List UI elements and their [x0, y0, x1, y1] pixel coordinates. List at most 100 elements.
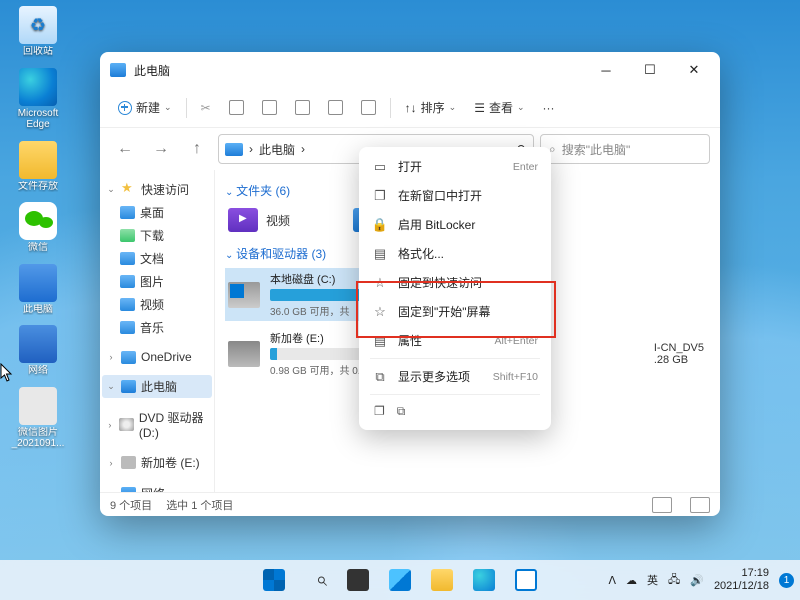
menu-open-new-window[interactable]: ❐在新窗口中打开: [364, 181, 546, 210]
cut-button[interactable]: ✂: [193, 96, 219, 120]
details-view-button[interactable]: [652, 497, 672, 513]
menu-pin-quick[interactable]: ☆固定到快速访问: [364, 268, 546, 297]
icons-view-button[interactable]: [690, 497, 710, 513]
thispc-icon: [110, 63, 126, 77]
copy-icon: [229, 100, 244, 115]
share-button[interactable]: [320, 95, 351, 120]
sidebar-thispc[interactable]: ⌄此电脑: [102, 375, 212, 398]
video-icon: [120, 298, 135, 311]
copy-button[interactable]: [221, 95, 252, 120]
widgets-button[interactable]: [382, 562, 418, 598]
notification-badge[interactable]: 1: [779, 573, 794, 588]
sidebar-desktop[interactable]: 桌面: [102, 201, 212, 224]
scissors-icon: ✂: [201, 101, 211, 115]
pin-icon: ☆: [372, 304, 388, 320]
taskbar: ᐱ ☁ 英 🖧 🔊 17:19 2021/12/18 1: [0, 560, 800, 600]
network-tray-icon[interactable]: 🖧: [668, 571, 680, 590]
status-bar: 9 个项目 选中 1 个项目: [100, 492, 720, 516]
cloud-icon: [121, 351, 136, 364]
volume-tray-icon[interactable]: 🔊: [690, 574, 704, 587]
start-button[interactable]: [256, 562, 292, 598]
copy-icon[interactable]: ❐: [374, 404, 385, 419]
tray-chevron[interactable]: ᐱ: [608, 574, 616, 587]
partial-drive-text: I-CN_DV5 .28 GB: [654, 342, 704, 366]
sidebar-music[interactable]: 音乐: [102, 316, 212, 339]
sort-icon: ↑↓: [405, 101, 417, 115]
more-button[interactable]: ···: [535, 96, 563, 120]
plus-icon: [118, 101, 132, 115]
search-button[interactable]: [298, 562, 334, 598]
widgets-icon: [389, 569, 411, 591]
sidebar-documents[interactable]: 文档: [102, 247, 212, 270]
taskview-button[interactable]: [340, 562, 376, 598]
menu-open[interactable]: ▭打开Enter: [364, 152, 546, 181]
minimize-button[interactable]: ─: [584, 54, 628, 86]
store-icon: [515, 569, 537, 591]
sidebar-dvd[interactable]: ›DVD 驱动器 (D:): [102, 406, 212, 443]
search-input[interactable]: ⌕ 搜索"此电脑": [540, 134, 710, 164]
edge-button[interactable]: [466, 562, 502, 598]
sidebar-quick-access[interactable]: ⌄快速访问: [102, 178, 212, 201]
desktop-icon-folder[interactable]: 文件存放: [6, 141, 70, 193]
sidebar: ⌄快速访问 桌面 下载 文档 图片 视频 音乐 ›OneDrive ⌄此电脑 ›…: [100, 170, 215, 492]
thispc-icon: [121, 380, 136, 393]
sidebar-volume-e[interactable]: ›新加卷 (E:): [102, 451, 212, 474]
system-tray: ᐱ ☁ 英 🖧 🔊 17:19 2021/12/18 1: [608, 567, 794, 593]
music-icon: [120, 321, 135, 334]
folder-icon: [431, 569, 453, 591]
menu-bitlocker[interactable]: 🔒启用 BitLocker: [364, 210, 546, 239]
paste-icon[interactable]: ⧉: [397, 404, 406, 419]
thispc-icon: [225, 143, 243, 156]
menu-pin-start[interactable]: ☆固定到"开始"屏幕: [364, 297, 546, 326]
trash-icon: [361, 100, 376, 115]
back-button[interactable]: ←: [110, 134, 140, 164]
properties-icon: ▤: [372, 333, 388, 349]
paste-button[interactable]: [254, 95, 285, 120]
lock-icon: 🔒: [372, 217, 388, 233]
desktop-icon-edge[interactable]: Microsoft Edge: [6, 68, 70, 131]
desktop-icon-network[interactable]: 网络: [6, 325, 70, 377]
video-folder-icon: [228, 208, 258, 232]
sidebar-network[interactable]: ›网络: [102, 482, 212, 492]
desktop-icons: 回收站 Microsoft Edge 文件存放 微信 此电脑 网络 微信图片_2…: [6, 6, 70, 450]
edge-icon: [473, 569, 495, 591]
windows-icon: [263, 569, 285, 591]
selection-count: 选中 1 个项目: [166, 497, 233, 513]
folder-videos[interactable]: 视频: [225, 205, 330, 235]
store-button[interactable]: [508, 562, 544, 598]
disc-icon: [119, 418, 134, 431]
sidebar-videos[interactable]: 视频: [102, 293, 212, 316]
sidebar-downloads[interactable]: 下载: [102, 224, 212, 247]
forward-button[interactable]: →: [146, 134, 176, 164]
sidebar-onedrive[interactable]: ›OneDrive: [102, 347, 212, 367]
star-icon: ☆: [372, 275, 388, 291]
rename-button[interactable]: [287, 95, 318, 120]
share-icon: [328, 100, 343, 115]
delete-button[interactable]: [353, 95, 384, 120]
view-icon: ☰: [474, 101, 485, 115]
new-button[interactable]: 新建⌄: [110, 94, 180, 121]
menu-show-more[interactable]: ⧉显示更多选项Shift+F10: [364, 362, 546, 391]
menu-format[interactable]: ▤格式化...: [364, 239, 546, 268]
close-button[interactable]: ✕: [672, 54, 716, 86]
up-button[interactable]: ↑: [182, 134, 212, 164]
desktop-icon-wechat[interactable]: 微信: [6, 202, 70, 254]
sort-button[interactable]: ↑↓排序⌄: [397, 94, 465, 121]
picture-icon: [120, 275, 135, 288]
drive-icon: [121, 456, 136, 469]
clock[interactable]: 17:19 2021/12/18: [714, 567, 769, 593]
view-button[interactable]: ☰查看⌄: [466, 94, 532, 121]
breadcrumb[interactable]: 此电脑: [259, 141, 295, 158]
ime-indicator[interactable]: 英: [647, 572, 658, 588]
desktop-icon-thispc[interactable]: 此电脑: [6, 264, 70, 316]
menu-properties[interactable]: ▤属性Alt+Enter: [364, 326, 546, 355]
maximize-button[interactable]: ☐: [628, 54, 672, 86]
desktop-icon-recycle[interactable]: 回收站: [6, 6, 70, 58]
desktop-icon-image[interactable]: 微信图片_2021091...: [6, 387, 70, 450]
search-icon: [305, 569, 327, 591]
sidebar-pictures[interactable]: 图片: [102, 270, 212, 293]
onedrive-tray-icon[interactable]: ☁: [626, 574, 637, 587]
explorer-button[interactable]: [424, 562, 460, 598]
window-icon: ❐: [372, 188, 388, 204]
document-icon: [120, 252, 135, 265]
